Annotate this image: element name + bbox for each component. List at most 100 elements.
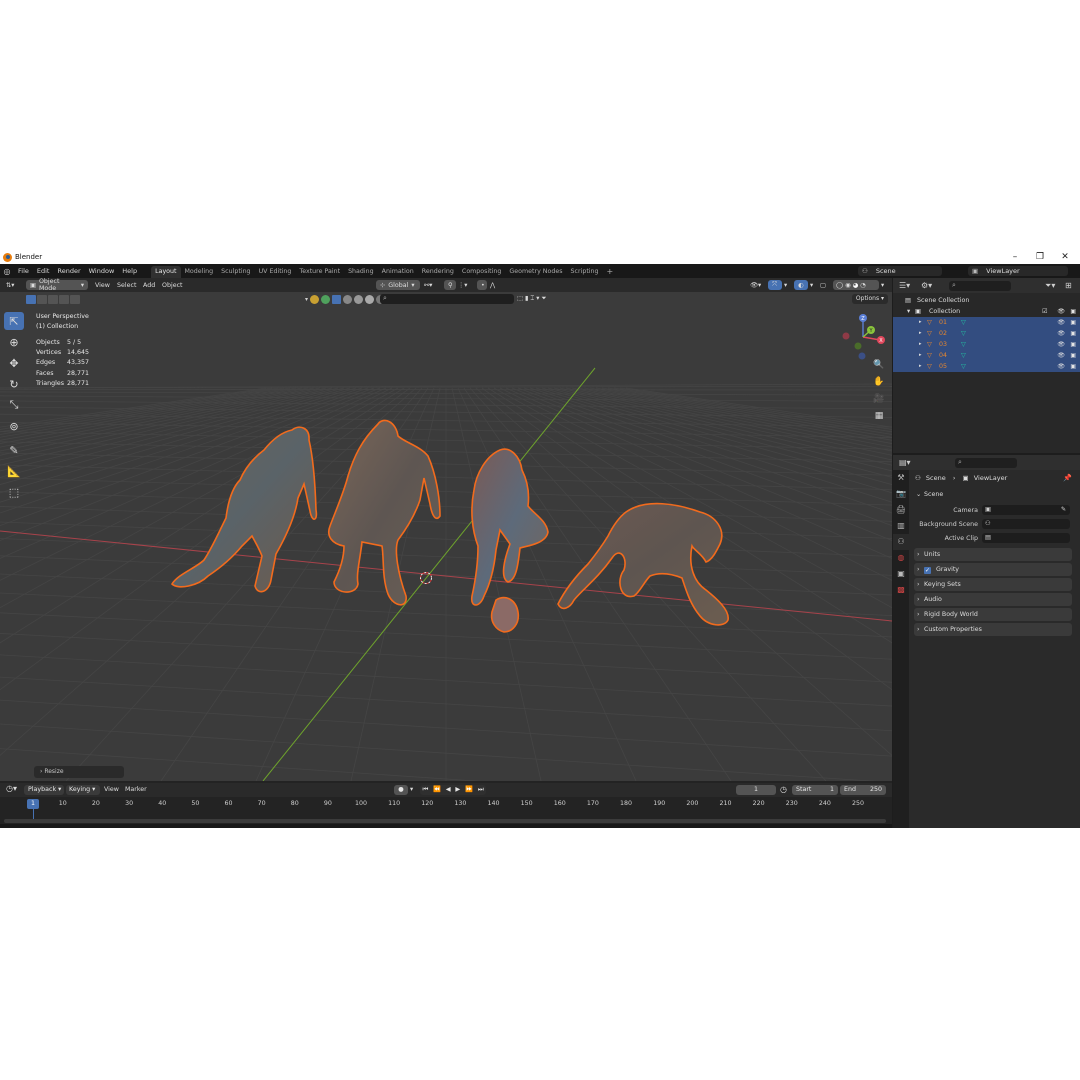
outliner-object-02[interactable]: ▸ ▽ 02 ▽ 👁 ▣: [893, 328, 1080, 339]
timeline-editor-type-icon[interactable]: ◷▾: [6, 784, 17, 793]
tool-tab-icon[interactable]: ⚒: [893, 470, 909, 486]
camera-icon[interactable]: ▣: [1070, 317, 1076, 328]
select-intersect-icon[interactable]: [70, 295, 80, 304]
menu-view-timeline[interactable]: View: [104, 786, 119, 793]
navigation-gizmo[interactable]: Z X Y: [838, 312, 888, 362]
panel-units[interactable]: › Units: [914, 548, 1072, 561]
cursor-tool-icon[interactable]: ⊕: [4, 333, 24, 351]
mesh-data-icon[interactable]: ▽: [961, 339, 966, 350]
eye-icon[interactable]: 👁: [1057, 350, 1065, 361]
meta-filter-icon[interactable]: [343, 295, 353, 304]
properties-editor[interactable]: ▤▾ ⌕ ⚒ 📷 🖨 ▥ ⚇ ◍ ▣ ▩ ⚇ Scene › ▣ ViewLay…: [893, 455, 1080, 828]
properties-editor-type-icon[interactable]: ▤▾: [899, 458, 911, 467]
pan-hand-icon[interactable]: ✋: [872, 375, 886, 389]
collection-tab-icon[interactable]: ▣: [893, 566, 909, 582]
world-tab-icon[interactable]: ◍: [893, 550, 909, 566]
camera-field[interactable]: Camera ▣ ✎: [914, 505, 1072, 516]
new-collection-icon[interactable]: ⊞: [1065, 281, 1072, 290]
chevron-right-icon[interactable]: ▸: [919, 339, 922, 350]
camera-icon[interactable]: ▣: [1070, 328, 1076, 339]
select-subtract-icon[interactable]: [48, 295, 58, 304]
falloff-icon[interactable]: ⋀: [490, 280, 495, 290]
output-tab-icon[interactable]: 🖨: [893, 502, 909, 518]
mesh-data-icon[interactable]: ▽: [961, 317, 966, 328]
chevron-down-icon[interactable]: ▾: [907, 306, 910, 317]
chevron-down-icon[interactable]: ▾: [410, 786, 413, 793]
measure-tool-icon[interactable]: 📐: [4, 462, 24, 480]
annotate-tool-icon[interactable]: ✎: [4, 441, 24, 459]
last-operator-panel[interactable]: › Resize: [34, 766, 124, 778]
camera-icon[interactable]: ▣: [1070, 306, 1076, 317]
menu-add[interactable]: Add: [143, 280, 155, 290]
menu-file[interactable]: File: [14, 264, 33, 278]
rendered-shading-icon[interactable]: ◔: [860, 282, 866, 289]
active-clip-input[interactable]: ▤: [982, 533, 1070, 543]
scene-selector[interactable]: ⚇ Scene: [858, 266, 942, 276]
outliner-object-03[interactable]: ▸ ▽ 03 ▽ 👁 ▣: [893, 339, 1080, 350]
snap-settings-icon[interactable]: ⋮▾: [458, 280, 467, 290]
eye-icon[interactable]: 👁: [1057, 317, 1065, 328]
blender-menu-icon[interactable]: ◎: [0, 267, 14, 276]
transform-orientation[interactable]: ⊹ Global ▾: [376, 280, 420, 290]
camera-icon[interactable]: ▣: [1070, 350, 1076, 361]
render-tab-icon[interactable]: 📷: [893, 486, 909, 502]
select-box-tool-icon[interactable]: ⇱: [4, 312, 24, 330]
select-extend-icon[interactable]: [37, 295, 47, 304]
eye-icon[interactable]: 👁: [1057, 328, 1065, 339]
menu-marker[interactable]: Marker: [125, 786, 147, 793]
menu-view[interactable]: View: [95, 280, 110, 290]
scene-tab-icon[interactable]: ⚇: [893, 534, 909, 550]
select-invert-icon[interactable]: [59, 295, 69, 304]
eye-icon[interactable]: 👁: [1057, 361, 1065, 372]
playhead[interactable]: 1: [27, 799, 39, 809]
xray-toggle-icon[interactable]: ▢: [820, 280, 826, 290]
chevron-right-icon[interactable]: ▸: [919, 361, 922, 372]
menu-help[interactable]: Help: [118, 264, 141, 278]
selection-mode-buttons[interactable]: [26, 295, 81, 304]
outliner[interactable]: ☰▾ ⚙▾ ⌕ ⏷▾ ⊞ ▤ Scene Collection ▾ ▣ Coll…: [893, 278, 1080, 453]
properties-search-input[interactable]: ⌕: [955, 458, 1017, 468]
exclude-checkbox-icon[interactable]: ☑: [1042, 306, 1048, 317]
move-tool-icon[interactable]: ✥: [4, 354, 24, 372]
maximize-button[interactable]: ❐: [1028, 250, 1052, 264]
prev-keyframe-icon[interactable]: ⏪: [433, 785, 441, 795]
outliner-search-input[interactable]: ⌕: [949, 281, 1011, 291]
panel-custom-properties[interactable]: › Custom Properties: [914, 623, 1072, 636]
pin-icon[interactable]: 📌: [1063, 474, 1072, 482]
grid-toggle-icon[interactable]: ▦: [872, 409, 886, 423]
add-cube-tool-icon[interactable]: ⬚: [4, 483, 24, 501]
camera-icon[interactable]: ▣: [1070, 339, 1076, 350]
gizmo-x-label[interactable]: X: [879, 338, 883, 344]
figure-01[interactable]: [170, 426, 318, 593]
view-layer-selector[interactable]: ▣ ViewLayer: [968, 266, 1068, 276]
shading-menu-icon[interactable]: ▾: [881, 280, 884, 290]
material-shading-icon[interactable]: ◕: [853, 282, 859, 289]
shading-modes[interactable]: ◯ ◉ ◕ ◔: [833, 280, 879, 290]
transform-tool-icon[interactable]: ⊚: [4, 417, 24, 435]
tab-layout[interactable]: Layout: [151, 266, 181, 278]
menu-object[interactable]: Object: [162, 280, 183, 290]
tab-scripting[interactable]: Scripting: [567, 266, 603, 278]
timeline-editor[interactable]: ◷▾ Playback ▾ Keying ▾ View Marker ● ▾ ⏮…: [0, 781, 892, 828]
panel-audio[interactable]: › Audio: [914, 593, 1072, 606]
gizmo-toggle-icon[interactable]: ⤧: [768, 280, 782, 290]
tab-shading[interactable]: Shading: [344, 266, 378, 278]
active-clip-field[interactable]: Active Clip ▤: [914, 533, 1072, 544]
solid-shading-icon[interactable]: ◉: [845, 282, 851, 289]
pivot-point-icon[interactable]: ⚯▾: [424, 280, 432, 290]
outliner-object-01[interactable]: ▸ ▽ 01 ▽ 👁 ▣: [893, 317, 1080, 328]
menu-playback[interactable]: Playback ▾: [24, 785, 64, 795]
outliner-collection[interactable]: ▾ ▣ Collection ☑ 👁 ▣: [893, 306, 1080, 317]
end-frame-field[interactable]: End 250: [840, 785, 886, 795]
tab-uv-editing[interactable]: UV Editing: [255, 266, 296, 278]
outliner-object-04[interactable]: ▸ ▽ 04 ▽ 👁 ▣: [893, 350, 1080, 361]
play-icon[interactable]: ▶: [455, 785, 460, 795]
tab-compositing[interactable]: Compositing: [458, 266, 505, 278]
record-button[interactable]: ●: [394, 785, 408, 795]
mode-selector[interactable]: ▣ Object Mode ▾: [26, 278, 88, 292]
texture-tab-icon[interactable]: ▩: [893, 582, 909, 598]
options-button[interactable]: Options ▾: [851, 294, 888, 304]
gizmo-menu-icon[interactable]: ▾: [784, 280, 787, 290]
background-scene-field[interactable]: Background Scene ⚇: [914, 519, 1072, 530]
mesh-filter-icon[interactable]: [310, 295, 320, 304]
